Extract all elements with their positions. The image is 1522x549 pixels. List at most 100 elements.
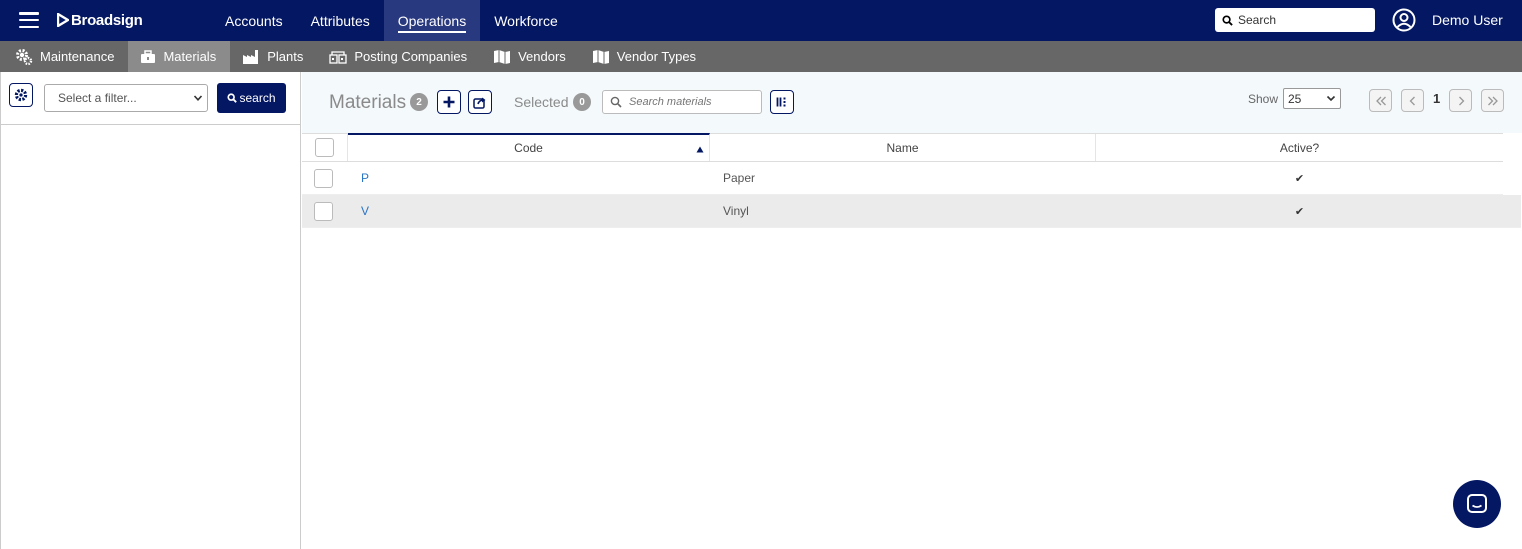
filter-toolbar: Select a filter... search [1,72,300,125]
gear-icon [14,88,28,102]
materials-count-badge: 2 [410,93,428,111]
page-size-value: 25 [1288,91,1302,106]
materials-table: Code Name Active? P Paper ✔ V Vinyl ✔ [302,133,1521,228]
last-page-button[interactable] [1481,89,1504,112]
column-header-code[interactable]: Code [348,133,710,161]
double-chevron-left-icon [1375,96,1386,105]
map-icon [592,49,610,65]
materials-header: Materials 2 Selected 0 Show 25 1 [302,72,1522,133]
row-checkbox[interactable] [314,201,333,221]
active-cell: ✔ [1096,195,1503,227]
subnav-plants[interactable]: Plants [230,41,317,72]
chevron-down-icon [193,95,203,101]
chevron-left-icon [1409,96,1415,105]
filter-select[interactable]: Select a filter... [44,84,208,112]
column-label: Active? [1279,140,1320,155]
page-size-select[interactable]: 25 [1283,88,1341,109]
share-icon [473,97,486,109]
column-header-active[interactable]: Active? [1096,134,1503,161]
row-checkbox[interactable] [314,168,333,188]
materials-panel: Materials 2 Selected 0 Show 25 1 [302,72,1522,549]
subnav-label: Posting Companies [354,49,468,64]
materials-search-input[interactable] [629,96,754,108]
nav-label: Workforce [494,12,558,29]
chevron-down-icon [1326,95,1336,102]
selected-count-badge: 0 [573,93,591,111]
chevron-right-icon [1458,96,1464,105]
current-page: 1 [1433,91,1441,106]
nav-workforce[interactable]: Workforce [480,0,572,41]
subnav-vendor-types[interactable]: Vendor Types [580,41,710,72]
add-material-button[interactable] [437,90,461,114]
materials-search[interactable] [602,90,762,114]
plus-icon [443,96,455,108]
select-all-checkbox[interactable] [315,138,334,157]
subnav-materials[interactable]: Materials [128,41,231,72]
first-page-button[interactable] [1369,89,1392,112]
show-label: Show [1248,92,1279,106]
chat-launcher-button[interactable] [1453,480,1501,528]
logo-text: Broadsign [71,11,143,29]
columns-button[interactable] [770,90,794,114]
select-all-cell [302,134,348,161]
active-cell: ✔ [1096,162,1503,194]
nav-attributes[interactable]: Attributes [297,0,384,41]
table-header: Code Name Active? [302,133,1503,162]
previous-page-button[interactable] [1401,89,1424,112]
nav-label: Accounts [225,12,283,29]
name-value: Paper [723,171,756,185]
nav-label: Attributes [310,12,370,29]
nav-operations[interactable]: Operations [383,0,481,41]
code-cell: V [348,195,710,227]
column-label: Code [514,141,543,155]
search-button-label: search [239,91,276,105]
user-menu[interactable]: Demo User [1392,8,1503,32]
subnav-posting-companies[interactable]: Posting Companies [317,41,481,72]
search-icon [227,93,238,103]
subnav-label: Vendors [518,49,566,64]
hamburger-menu-icon[interactable] [19,12,39,28]
filter-settings-button[interactable] [9,83,33,107]
subnav-label: Materials [163,49,217,64]
search-icon [1222,14,1233,26]
table-row[interactable]: P Paper ✔ [302,162,1503,195]
subnav-maintenance[interactable]: Maintenance [3,41,128,72]
subnav-label: Vendor Types [616,49,697,64]
toolbox-icon [140,49,156,64]
column-label: Name [886,140,919,155]
top-navbar: Broadsign Accounts Attributes Operations… [0,0,1522,41]
play-logo-icon [57,13,69,27]
nav-accounts[interactable]: Accounts [211,0,297,41]
operations-subnav: Maintenance Materials Plants Posting Com… [0,41,1522,72]
selected-label: Selected [514,94,569,110]
name-cell: Vinyl [710,195,1096,227]
next-page-button[interactable] [1449,89,1472,112]
nav-label: Operations [397,9,467,33]
check-icon: ✔ [1294,205,1305,218]
buildings-icon [329,50,347,64]
column-header-name[interactable]: Name [710,134,1096,161]
broadsign-logo[interactable]: Broadsign [57,10,143,30]
filter-select-value: Select a filter... [58,91,137,105]
row-select-cell [302,162,348,194]
subnav-label: Plants [267,49,304,64]
name-cell: Paper [710,162,1096,194]
global-search-input[interactable] [1238,13,1368,27]
subnav-vendors[interactable]: Vendors [481,41,580,72]
table-row[interactable]: V Vinyl ✔ [302,195,1521,228]
user-circle-icon [1392,8,1416,32]
double-chevron-right-icon [1487,96,1498,105]
filter-panel: Select a filter... search [0,72,301,549]
code-cell: P [348,162,710,194]
name-value: Vinyl [723,204,749,218]
gears-icon [15,48,33,66]
code-link[interactable]: V [348,204,369,218]
code-link[interactable]: P [348,171,369,185]
filter-search-button[interactable]: search [217,83,286,113]
check-icon: ✔ [1294,172,1305,185]
export-button[interactable] [468,90,492,114]
page-title: Materials [329,92,407,113]
row-select-cell [302,195,348,227]
map-icon [493,49,511,65]
global-search[interactable] [1215,8,1375,32]
